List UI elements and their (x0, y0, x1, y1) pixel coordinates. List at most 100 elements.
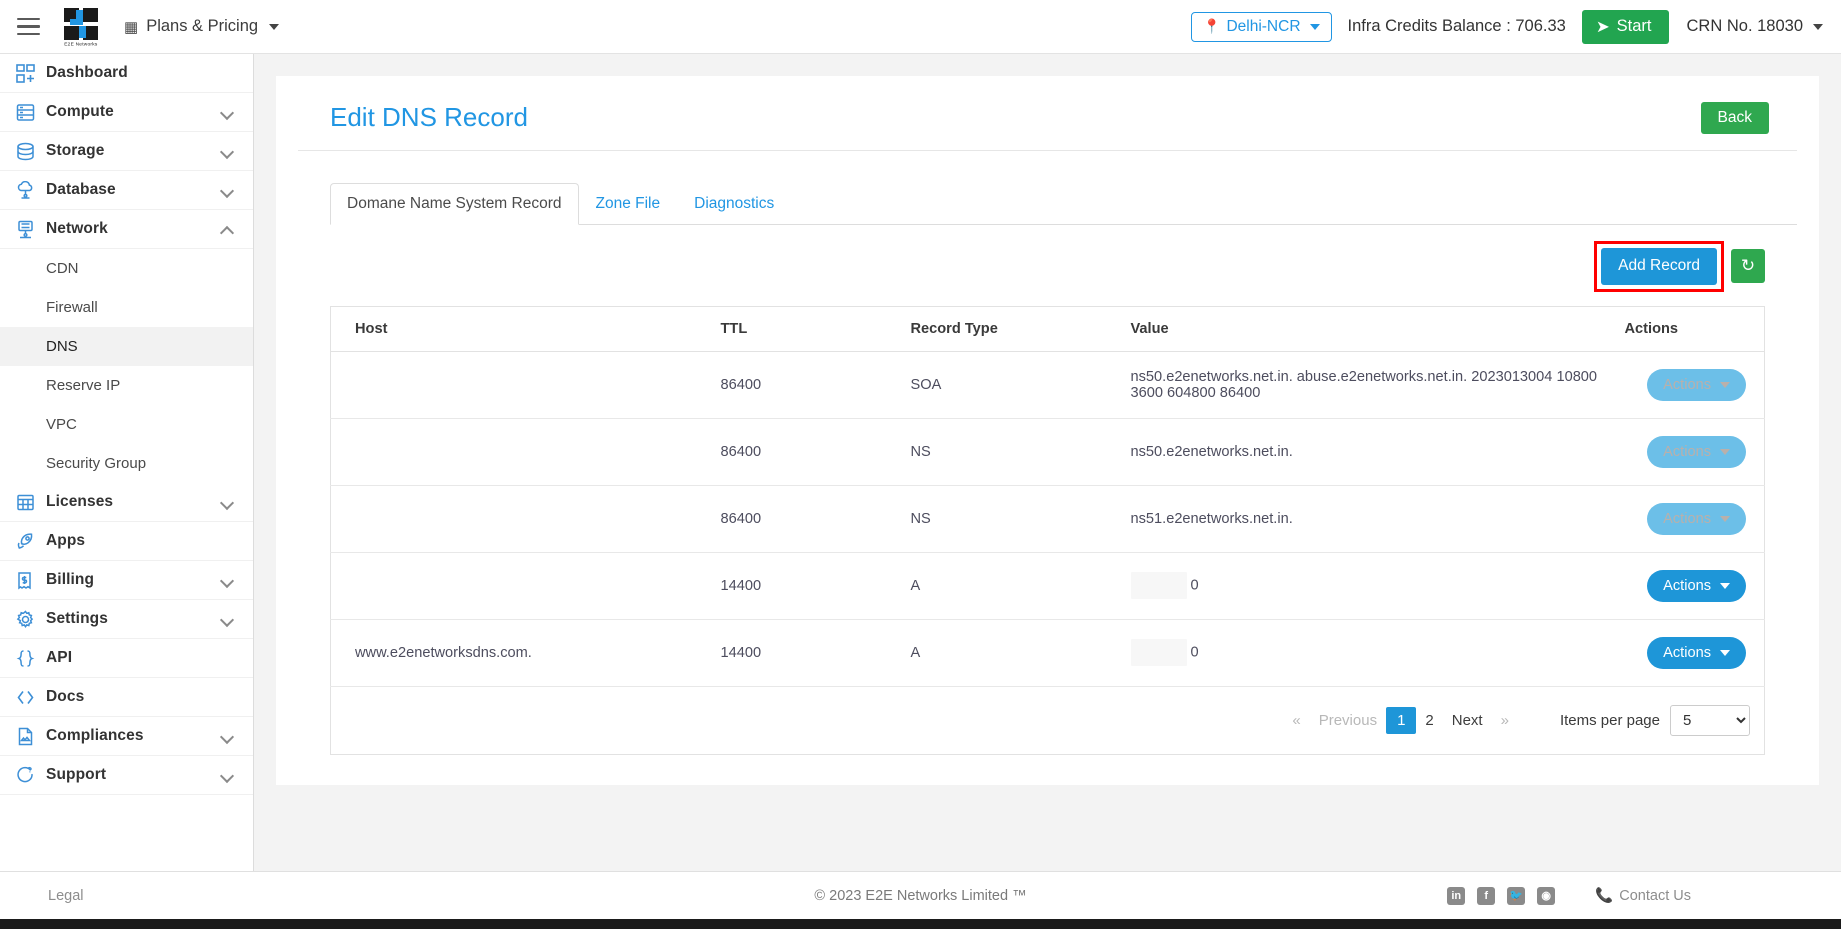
cell-value: 0 (1120, 552, 1615, 620)
add-record-highlight-box: Add Record (1594, 241, 1724, 292)
sidebar-item-database[interactable]: Database (0, 171, 253, 210)
code-icon (16, 688, 46, 707)
sidebar-item-cdn[interactable]: CDN (0, 249, 253, 288)
dns-records-table: Host TTL Record Type Value Actions 86400… (330, 305, 1765, 755)
actions-dropdown-button[interactable]: Actions (1647, 569, 1746, 602)
sidebar-item-compliances[interactable]: Compliances (0, 717, 253, 756)
chevron-down-icon (221, 613, 233, 625)
plans-and-pricing-label: Plans & Pricing (146, 17, 259, 35)
sidebar-item-vpc[interactable]: VPC (0, 405, 253, 444)
cell-host: www.e2enetworksdns.com. (330, 619, 711, 687)
start-button[interactable]: ➤ Start (1581, 9, 1669, 44)
sidebar-item-network[interactable]: Network (0, 210, 253, 249)
pagination-previous-button[interactable]: Previous (1310, 708, 1386, 733)
cell-value-text: 0 (1190, 577, 1199, 594)
tab-diagnostics[interactable]: Diagnostics (677, 183, 791, 225)
items-per-page-select[interactable]: 5102550 (1670, 704, 1750, 736)
cell-ttl: 86400 (710, 351, 901, 419)
sidebar[interactable]: Dashboard Compute Storage Database Netwo… (0, 54, 254, 871)
chevron-down-icon (1720, 381, 1730, 388)
actions-label: Actions (1663, 644, 1711, 661)
sidebar-item-apps[interactable]: Apps (0, 522, 253, 561)
back-button[interactable]: Back (1700, 102, 1769, 134)
chevron-down-icon (221, 574, 233, 586)
cloud-db-icon (16, 180, 46, 200)
pagination-first-button[interactable]: « (1283, 708, 1309, 733)
pagination-page-1[interactable]: 1 (1386, 706, 1417, 734)
actions-label: Actions (1663, 443, 1711, 460)
sidebar-item-dashboard[interactable]: Dashboard (0, 54, 253, 93)
facebook-icon[interactable]: f (1477, 886, 1496, 905)
sidebar-item-docs[interactable]: Docs (0, 678, 253, 717)
sidebar-item-label: Docs (46, 688, 85, 705)
plans-and-pricing-menu[interactable]: ▦ Plans & Pricing (118, 13, 285, 40)
cell-value-text: 0 (1190, 644, 1199, 661)
table-row: www.e2enetworksdns.com. 14400 A 0 Action… (330, 619, 1765, 687)
sidebar-item-label: API (46, 649, 73, 666)
sidebar-item-support[interactable]: Support (0, 756, 253, 795)
footer-contact-us[interactable]: 📞 Contact Us (1595, 887, 1691, 905)
page-header: Edit DNS Record Back (298, 96, 1797, 151)
footer-legal-link[interactable]: Legal (48, 888, 83, 904)
actions-dropdown-button[interactable]: Actions (1647, 502, 1746, 535)
linkedin-icon[interactable]: in (1447, 886, 1466, 905)
table-row: 86400 NS ns51.e2enetworks.net.in. Action… (330, 485, 1765, 553)
chevron-down-icon (221, 496, 233, 508)
cell-record-type: A (900, 552, 1121, 620)
sidebar-item-api[interactable]: API (0, 639, 253, 678)
twitter-icon[interactable]: 🐦 (1507, 886, 1526, 905)
sidebar-item-billing[interactable]: Billing (0, 561, 253, 600)
region-selector[interactable]: 📍 Delhi-NCR (1191, 11, 1332, 42)
invoice-icon (16, 571, 46, 590)
contact-us-label: Contact Us (1619, 887, 1691, 904)
chevron-down-icon (221, 769, 233, 781)
sidebar-item-reserve-ip[interactable]: Reserve IP (0, 366, 253, 405)
crn-label: CRN No. 18030 (1686, 17, 1803, 35)
top-bar-right: 📍 Delhi-NCR Infra Credits Balance : 706.… (1191, 0, 1841, 53)
pagination-next-button[interactable]: Next (1443, 708, 1492, 733)
sidebar-item-label: Storage (46, 142, 105, 159)
braces-icon (16, 649, 46, 668)
brand-logo[interactable]: E2E Networks (60, 6, 102, 48)
add-record-button[interactable]: Add Record (1601, 248, 1717, 285)
tab-domain-name-system-record[interactable]: Domane Name System Record (330, 183, 579, 225)
network-icon (16, 220, 46, 239)
cell-actions: Actions (1614, 552, 1765, 620)
server-icon (16, 103, 46, 122)
sidebar-item-firewall[interactable]: Firewall (0, 288, 253, 327)
footer-copyright: © 2023 E2E Networks Limited ™ (814, 887, 1027, 904)
support-icon (16, 766, 46, 785)
sidebar-item-security-group[interactable]: Security Group (0, 444, 253, 483)
document-icon (16, 727, 46, 746)
pagination-page-2[interactable]: 2 (1416, 708, 1442, 733)
sidebar-item-label: Compute (46, 103, 114, 120)
rss-icon[interactable]: ◉ (1537, 886, 1556, 905)
sidebar-item-compute[interactable]: Compute (0, 93, 253, 132)
column-header-record-type: Record Type (900, 306, 1121, 352)
refresh-button[interactable]: ↻ (1731, 249, 1765, 284)
sidebar-item-storage[interactable]: Storage (0, 132, 253, 171)
sidebar-subitem-label: Reserve IP (46, 377, 121, 394)
footer-social-links: in f 🐦 ◉ (1447, 886, 1556, 905)
chevron-down-icon (1813, 23, 1823, 30)
chevron-up-icon (221, 223, 233, 235)
chevron-down-icon (221, 184, 233, 196)
actions-dropdown-button[interactable]: Actions (1647, 636, 1746, 669)
rocket-icon (16, 532, 46, 551)
sidebar-item-licenses[interactable]: Licenses (0, 483, 253, 522)
sidebar-item-dns[interactable]: DNS (0, 327, 253, 366)
pagination-last-button[interactable]: » (1492, 708, 1518, 733)
tab-zone-file[interactable]: Zone File (579, 183, 678, 225)
actions-dropdown-button[interactable]: Actions (1647, 435, 1746, 468)
cell-host (330, 418, 711, 486)
chevron-down-icon (1720, 649, 1730, 656)
sidebar-subitem-label: Security Group (46, 455, 147, 472)
actions-label: Actions (1663, 577, 1711, 594)
hamburger-icon[interactable] (0, 0, 56, 54)
crn-menu[interactable]: CRN No. 18030 (1687, 17, 1823, 36)
sidebar-item-settings[interactable]: Settings (0, 600, 253, 639)
actions-label: Actions (1663, 376, 1711, 393)
chevron-down-icon (1309, 23, 1320, 30)
sidebar-item-label: Apps (46, 532, 86, 549)
actions-dropdown-button[interactable]: Actions (1647, 368, 1746, 401)
